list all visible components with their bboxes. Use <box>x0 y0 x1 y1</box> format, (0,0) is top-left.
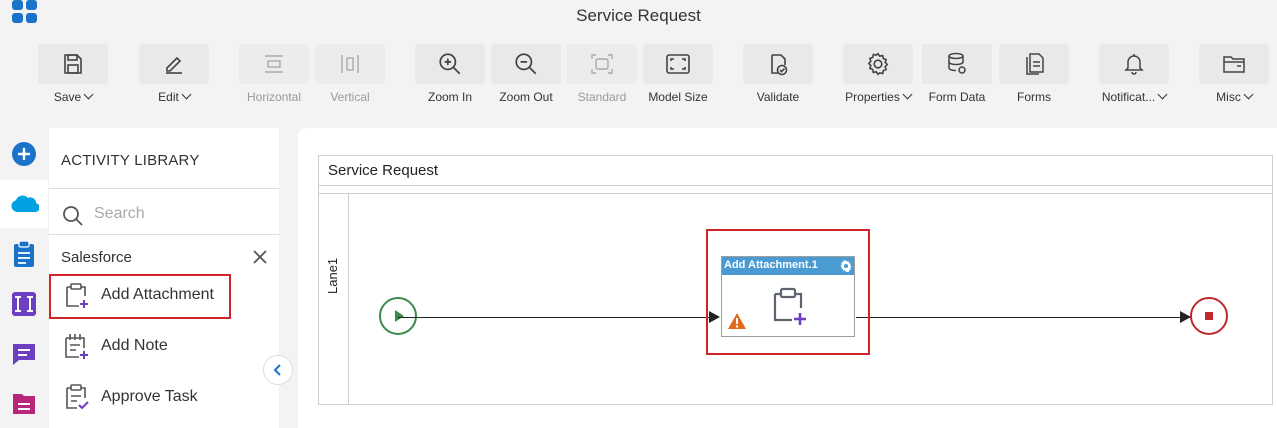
chevron-down-icon <box>1243 89 1254 100</box>
start-event[interactable] <box>379 297 417 335</box>
rail-chat-button[interactable] <box>0 330 48 378</box>
vertical-align-button[interactable]: Vertical <box>315 44 385 106</box>
zoom-in-button[interactable]: Zoom In <box>415 44 485 106</box>
chat-icon <box>13 344 35 365</box>
notifications-label: Notificat... <box>1101 90 1156 104</box>
save-label: Save <box>53 90 82 104</box>
fit-screen-icon <box>643 44 713 84</box>
plus-icon <box>12 142 36 166</box>
notifications-button[interactable]: Notificat... <box>1099 44 1169 106</box>
rail-integration-button[interactable] <box>0 280 48 328</box>
standard-size-icon <box>567 44 637 84</box>
save-button[interactable]: Save <box>38 44 108 106</box>
close-icon[interactable] <box>252 249 268 265</box>
properties-label: Properties <box>845 90 900 104</box>
rail-add-button[interactable] <box>0 130 48 178</box>
validate-icon <box>743 44 813 84</box>
zoom-out-button[interactable]: Zoom Out <box>491 44 561 106</box>
toolbar: Save Edit Horizontal Vertical Zoom In Zo… <box>0 44 1277 106</box>
vertical-align-icon <box>315 44 385 84</box>
vertical-label: Vertical <box>330 90 370 104</box>
sequence-flow[interactable] <box>856 317 1191 318</box>
play-icon <box>395 310 404 322</box>
top-bar: Service Request <box>0 0 1277 34</box>
chevron-down-icon <box>1157 89 1168 100</box>
rail-salesforce-button[interactable] <box>0 180 48 228</box>
save-icon <box>38 44 108 84</box>
pool-title: Service Request <box>328 162 439 179</box>
chevron-down-icon <box>83 89 94 100</box>
forms-icon <box>999 44 1069 84</box>
gear-icon <box>843 44 913 84</box>
horizontal-label: Horizontal <box>246 90 302 104</box>
standard-size-button[interactable]: Standard <box>567 44 637 106</box>
left-rail <box>0 128 48 428</box>
activity-add-note[interactable]: Add Note <box>49 325 279 369</box>
end-event[interactable] <box>1190 297 1228 335</box>
approve-task-icon <box>66 384 89 410</box>
activity-label: Add Note <box>101 337 168 354</box>
rail-documents-button[interactable] <box>0 380 48 428</box>
divider <box>49 188 279 189</box>
library-search[interactable]: Search <box>61 202 271 230</box>
edit-label: Edit <box>158 90 179 104</box>
divider <box>49 234 279 235</box>
lane-label: Lane1 <box>325 257 340 294</box>
form-data-button[interactable]: Form Data <box>922 44 992 106</box>
model-size-button[interactable]: Model Size <box>643 44 713 106</box>
page-title: Service Request <box>576 6 701 25</box>
edit-button[interactable]: Edit <box>139 44 209 106</box>
bell-icon <box>1099 44 1169 84</box>
integration-icon <box>12 292 36 316</box>
salesforce-cloud-icon <box>11 195 39 213</box>
library-title: ACTIVITY LIBRARY <box>61 152 200 169</box>
document-icon <box>13 394 35 414</box>
standard-label: Standard <box>577 90 627 104</box>
collapse-panel-button[interactable] <box>263 355 293 385</box>
stop-icon <box>1205 312 1213 320</box>
properties-button[interactable]: Properties <box>843 44 913 106</box>
model-size-label: Model Size <box>648 90 708 104</box>
database-icon <box>922 44 992 84</box>
form-data-label: Form Data <box>928 90 986 104</box>
sequence-flow[interactable] <box>398 317 710 318</box>
clipboard-icon <box>14 240 34 267</box>
highlight-box <box>706 229 870 355</box>
chevron-left-icon <box>273 364 281 376</box>
divider <box>319 193 1272 194</box>
zoom-in-label: Zoom In <box>427 90 472 104</box>
misc-label: Misc <box>1216 90 1241 104</box>
forms-label: Forms <box>1017 90 1051 104</box>
activity-library-panel: ACTIVITY LIBRARY Search Salesforce Add A… <box>49 128 279 428</box>
lane-header[interactable]: Lane1 <box>319 194 349 404</box>
rail-tasks-button[interactable] <box>0 230 48 278</box>
zoom-out-icon <box>491 44 561 84</box>
validate-button[interactable]: Validate <box>743 44 813 106</box>
pencil-icon <box>139 44 209 84</box>
folder-icon <box>1199 44 1269 84</box>
search-icon <box>63 206 83 226</box>
validate-label: Validate <box>756 90 800 104</box>
category-title: Salesforce <box>61 249 132 266</box>
horizontal-align-button[interactable]: Horizontal <box>239 44 309 106</box>
add-note-icon <box>65 334 88 359</box>
horizontal-align-icon <box>239 44 309 84</box>
forms-button[interactable]: Forms <box>999 44 1069 106</box>
zoom-in-icon <box>415 44 485 84</box>
search-input[interactable]: Search <box>94 205 145 223</box>
chevron-down-icon <box>902 89 913 100</box>
chevron-down-icon <box>181 89 192 100</box>
misc-button[interactable]: Misc <box>1199 44 1269 106</box>
pool-header[interactable]: Service Request <box>319 156 1272 186</box>
process-canvas[interactable]: Service Request Lane1 Add Attachment.1 <box>298 128 1277 428</box>
zoom-out-label: Zoom Out <box>499 90 553 104</box>
highlight-box <box>49 274 231 319</box>
activity-approve-task[interactable]: Approve Task <box>49 376 279 420</box>
activity-label: Approve Task <box>101 388 198 405</box>
pool[interactable]: Service Request Lane1 Add Attachment.1 <box>318 155 1273 405</box>
